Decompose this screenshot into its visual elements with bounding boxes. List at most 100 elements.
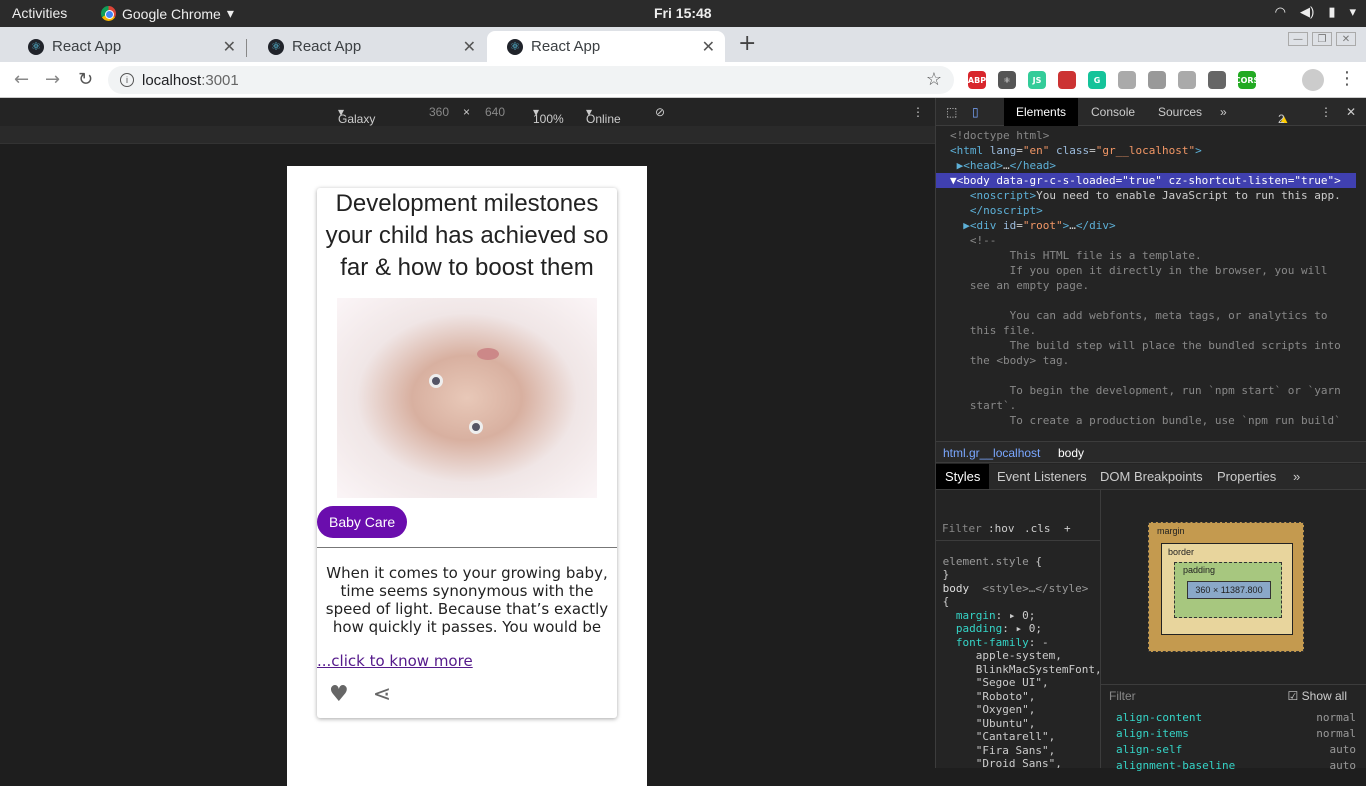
card-description: When it comes to your growing baby, time…: [325, 564, 609, 636]
close-devtools-icon[interactable]: ✕: [1346, 105, 1356, 119]
inspect-icon[interactable]: ⬚: [946, 105, 957, 119]
network-select[interactable]: Online ▾: [586, 105, 621, 126]
box-model-border[interactable]: border padding 360 × 11387.800: [1161, 543, 1293, 635]
hover-toggle[interactable]: :hov: [988, 522, 1015, 536]
chrome-icon: [101, 6, 116, 21]
tab-properties[interactable]: Properties: [1217, 469, 1276, 484]
extension-icon[interactable]: [1178, 71, 1196, 89]
property-value: auto: [1329, 743, 1357, 756]
close-window-button[interactable]: ✕: [1336, 32, 1356, 46]
box-model-margin[interactable]: margin border padding 360 × 11387.800: [1148, 522, 1304, 652]
minimize-button[interactable]: —: [1288, 32, 1308, 46]
tab-dom-breakpoints[interactable]: DOM Breakpoints: [1100, 469, 1203, 484]
margin-label: margin: [1157, 526, 1185, 536]
zoom-select[interactable]: 100% ▾: [533, 105, 564, 126]
box-model-content[interactable]: 360 × 11387.800: [1187, 581, 1271, 599]
tab-styles[interactable]: Styles: [936, 464, 990, 489]
back-button[interactable]: ←: [14, 69, 29, 90]
tab-react-app-1[interactable]: ⚛ React App ✕: [8, 31, 247, 62]
app-menu[interactable]: Google Chrome ▾: [101, 5, 234, 22]
divider: [317, 547, 617, 548]
tab-strip: ⚛ React App ✕ ⚛ React App ✕ ⚛ React App …: [0, 27, 1366, 62]
extension-icon[interactable]: JS: [1028, 71, 1046, 89]
computed-filter-bar: Filter ☑ Show all: [1101, 684, 1366, 706]
tab-elements[interactable]: Elements: [1004, 98, 1079, 126]
chrome-menu-icon[interactable]: ⋮: [1338, 68, 1356, 89]
extension-icon[interactable]: [1058, 71, 1076, 89]
category-chip[interactable]: Baby Care: [317, 506, 408, 538]
extension-icon[interactable]: [1208, 71, 1226, 89]
article-card[interactable]: Development milestones your child has ac…: [317, 188, 617, 718]
maximize-button[interactable]: ❐: [1312, 32, 1332, 46]
devtools-panel: ⬚ ▯ Elements Console Sources » ▲ 2 ⋮ ✕ <…: [935, 98, 1366, 772]
class-toggle[interactable]: .cls: [1024, 522, 1051, 536]
styles-filter-input[interactable]: Filter: [942, 522, 982, 536]
url-host: localhost: [142, 71, 202, 89]
battery-icon: ▮: [1328, 4, 1336, 19]
dimension-separator: ×: [463, 105, 471, 119]
url-port: :3001: [201, 71, 239, 89]
image-detail: [429, 374, 443, 388]
close-icon[interactable]: ✕: [463, 37, 476, 57]
computed-properties: align-content normal align-items normal alig…: [1116, 710, 1356, 774]
read-more-link[interactable]: ...click to know more: [317, 652, 473, 670]
devtools-menu-icon[interactable]: ⋮: [1320, 105, 1332, 119]
extension-icon[interactable]: ⚛: [998, 71, 1016, 89]
close-icon[interactable]: ✕: [702, 37, 715, 57]
clock[interactable]: Fri 15:48: [654, 5, 712, 21]
styles-pane[interactable]: Filter :hov .cls + element.style { } bod…: [936, 490, 1101, 768]
extension-icon[interactable]: [1118, 71, 1136, 89]
system-top-bar: Activities Google Chrome ▾ Fri 15:48 ◠ ◀…: [0, 0, 1366, 27]
computed-property-row[interactable]: align-content normal: [1116, 710, 1356, 726]
info-icon[interactable]: i: [120, 73, 134, 87]
system-tray[interactable]: ◠ ◀) ▮ ▾: [1275, 4, 1356, 20]
crumb-body[interactable]: body: [1058, 446, 1084, 460]
show-all-checkbox[interactable]: ☑ Show all: [1288, 689, 1347, 703]
profile-avatar[interactable]: [1302, 69, 1324, 91]
wifi-icon: ◠: [1274, 4, 1286, 19]
styles-filter-bar: Filter :hov .cls +: [936, 517, 1100, 541]
box-model-padding[interactable]: padding 360 × 11387.800: [1174, 562, 1282, 618]
computed-property-row[interactable]: alignment-baseline auto: [1116, 758, 1356, 774]
computed-property-row[interactable]: align-items normal: [1116, 726, 1356, 742]
property-name: align-content: [1116, 711, 1203, 724]
more-tabs-icon[interactable]: »: [1220, 105, 1227, 119]
device-select[interactable]: Galaxy S5 ▾: [338, 105, 375, 140]
dom-tree[interactable]: <!doctype html> <html lang="en" class="g…: [936, 128, 1356, 438]
computed-property-row[interactable]: align-self auto: [1116, 742, 1356, 758]
tab-react-app-2[interactable]: ⚛ React App ✕: [248, 31, 486, 62]
card-title: Development milestones your child has ac…: [325, 190, 609, 281]
chevron-down-icon: ▾: [1349, 4, 1356, 19]
sidebar-tabs: Styles Event Listeners DOM Breakpoints P…: [936, 464, 1366, 490]
more-options-icon[interactable]: ⋮: [912, 105, 924, 119]
heart-icon[interactable]: ♥: [329, 682, 349, 707]
new-tab-button[interactable]: +: [738, 31, 756, 56]
property-name: align-self: [1116, 743, 1183, 756]
bookmark-star-icon[interactable]: ☆: [926, 69, 942, 90]
extension-icon[interactable]: CORS: [1235, 71, 1259, 89]
address-bar[interactable]: i localhost:3001 ☆: [108, 66, 954, 94]
tab-react-app-3[interactable]: ⚛ React App ✕: [487, 31, 725, 62]
tab-console[interactable]: Console: [1091, 105, 1135, 119]
property-value: auto: [1329, 759, 1357, 772]
height-input[interactable]: 640: [485, 105, 505, 119]
computed-filter-input[interactable]: Filter: [1109, 689, 1136, 703]
devtools-tabs: ⬚ ▯ Elements Console Sources » ▲ 2 ⋮ ✕: [936, 98, 1366, 126]
extensions-bar: ABP ⚛ JS G CORS: [968, 71, 1259, 89]
tab-event-listeners[interactable]: Event Listeners: [997, 469, 1087, 484]
forward-button[interactable]: →: [45, 69, 60, 90]
width-input[interactable]: 360: [429, 105, 449, 119]
extension-icon[interactable]: G: [1088, 71, 1106, 89]
activities-button[interactable]: Activities: [12, 5, 67, 21]
tab-sources[interactable]: Sources: [1158, 105, 1202, 119]
extension-icon[interactable]: ABP: [968, 71, 986, 89]
reload-button[interactable]: ↻: [78, 69, 93, 90]
close-icon[interactable]: ✕: [223, 37, 236, 57]
more-subtabs-icon[interactable]: »: [1293, 469, 1300, 484]
rotate-icon[interactable]: ⊘: [655, 105, 665, 119]
crumb-html[interactable]: html.gr__localhost: [943, 446, 1040, 460]
add-rule-icon[interactable]: +: [1064, 522, 1071, 536]
share-icon[interactable]: ⋖: [373, 682, 391, 707]
extension-icon[interactable]: [1148, 71, 1166, 89]
device-toggle-icon[interactable]: ▯: [972, 105, 979, 119]
